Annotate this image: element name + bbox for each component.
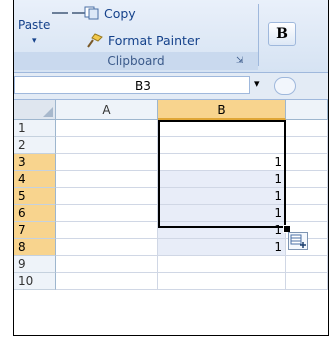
paste-dropdown-icon[interactable]: ▾ [32, 36, 37, 46]
cell-c1[interactable] [286, 120, 328, 137]
cell-c2[interactable] [286, 137, 328, 154]
row-header-3[interactable]: 3 [14, 154, 56, 171]
format-painter-label: Format Painter [108, 32, 200, 48]
cell-a6[interactable] [56, 205, 158, 222]
row-header-10[interactable]: 10 [14, 273, 56, 290]
copy-icon [84, 6, 99, 20]
column-header-a[interactable]: A [56, 100, 158, 120]
cell-c5[interactable] [286, 188, 328, 205]
cell-c9[interactable] [286, 256, 328, 273]
cell-a1[interactable] [56, 120, 158, 137]
auto-fill-options-icon [290, 234, 306, 248]
row-header-7[interactable]: 7 [14, 222, 56, 239]
copy-button[interactable]: Copy [84, 4, 136, 22]
excel-window: Paste ▾ Copy Format Painter B Clipboard … [13, 0, 329, 336]
row-header-5[interactable]: 5 [14, 188, 56, 205]
cell-a3[interactable] [56, 154, 158, 171]
formula-button[interactable] [274, 77, 296, 95]
cell-b6[interactable]: 1 [158, 205, 286, 222]
row-header-6[interactable]: 6 [14, 205, 56, 222]
cell-b8[interactable]: 1 [158, 239, 286, 256]
worksheet-grid[interactable]: A B 1 2 3 4 5 6 7 8 9 10 1 1 1 1 1 1 [14, 100, 328, 335]
paste-label: Paste [18, 18, 51, 32]
name-box-dropdown-icon[interactable]: ▾ [254, 77, 260, 90]
clipboard-group-label: Clipboard [14, 52, 258, 70]
select-all-triangle-icon [43, 107, 53, 117]
cell-a4[interactable] [56, 171, 158, 188]
paste-button[interactable]: Paste [18, 18, 50, 32]
cell-a9[interactable] [56, 256, 158, 273]
ribbon: Paste ▾ Copy Format Painter B Clipboard … [14, 0, 328, 72]
cell-a5[interactable] [56, 188, 158, 205]
column-header-c[interactable] [286, 100, 328, 120]
cell-b3[interactable]: 1 [158, 154, 286, 171]
row-header-9[interactable]: 9 [14, 256, 56, 273]
dialog-launcher-icon[interactable]: ⇲ [236, 56, 244, 66]
cell-b9[interactable] [158, 256, 286, 273]
cell-a2[interactable] [56, 137, 158, 154]
bold-button[interactable]: B [268, 22, 296, 46]
cell-b5[interactable]: 1 [158, 188, 286, 205]
column-header-b[interactable]: B [158, 100, 286, 120]
cell-a8[interactable] [56, 239, 158, 256]
format-painter-button[interactable]: Format Painter [86, 30, 200, 50]
row-header-1[interactable]: 1 [14, 120, 56, 137]
cell-a7[interactable] [56, 222, 158, 239]
row-header-4[interactable]: 4 [14, 171, 56, 188]
cell-b7[interactable]: 1 [158, 222, 286, 239]
copy-label: Copy [104, 5, 136, 21]
cell-c4[interactable] [286, 171, 328, 188]
row-header-8[interactable]: 8 [14, 239, 56, 256]
row-header-2[interactable]: 2 [14, 137, 56, 154]
auto-fill-options-button[interactable] [288, 232, 308, 250]
group-separator [258, 4, 259, 66]
formula-bar: B3 ▾ [14, 72, 328, 100]
cell-b1[interactable] [158, 120, 286, 137]
cell-b4[interactable]: 1 [158, 171, 286, 188]
cell-c3[interactable] [286, 154, 328, 171]
cell-b10[interactable] [158, 273, 286, 290]
cell-c6[interactable] [286, 205, 328, 222]
cell-b2[interactable] [158, 137, 286, 154]
format-painter-icon [87, 33, 103, 48]
select-all-corner[interactable] [14, 100, 56, 120]
cell-c10[interactable] [286, 273, 328, 290]
cell-a10[interactable] [56, 273, 158, 290]
name-box[interactable]: B3 [14, 76, 250, 94]
